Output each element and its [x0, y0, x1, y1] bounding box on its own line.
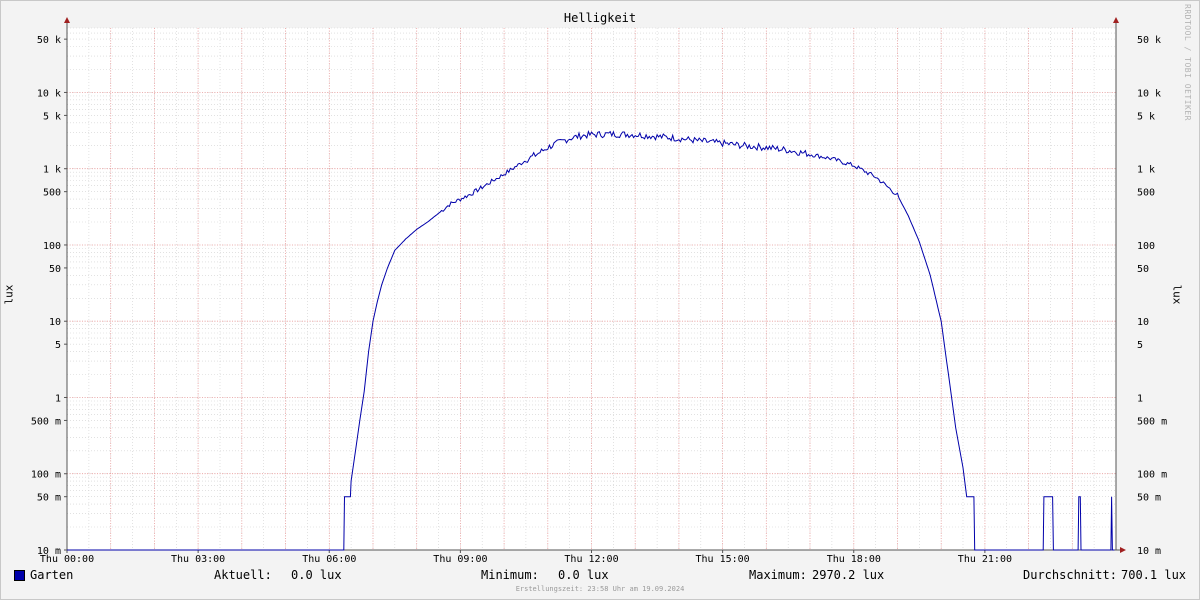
y-axis-label-right: lux [1170, 284, 1184, 305]
legend-series-name: Garten [30, 568, 74, 582]
y-tick-label-left: 10 [49, 317, 61, 328]
y-tick-label-left: 500 [43, 188, 61, 199]
y-tick-label-right: 50 m [1137, 493, 1161, 504]
y-tick-labels-right: 10 m 50 m 100 m 500 m 1 5 10 50 100 500 1 k 5 k 10 k… [1137, 35, 1167, 557]
x-tick-label: Thu 21:00 [958, 554, 1012, 565]
y-tick-label-right: 10 k [1137, 88, 1161, 99]
y-tick-label-right: 100 [1137, 241, 1155, 252]
y-tick-label-left: 50 [49, 264, 61, 275]
y-tick-label-right: 5 k [1137, 111, 1155, 122]
y-tick-label-right: 5 [1137, 340, 1143, 351]
watermark: RRDTOOL / TOBI OETIKER [1183, 4, 1192, 121]
chart-title: Helligkeit [563, 11, 637, 25]
y-tick-label-right: 50 k [1137, 35, 1161, 46]
y-axis-label-left: lux [2, 284, 16, 305]
x-tick-label: Thu 15:00 [696, 554, 750, 565]
y-tick-label-left: 1 [55, 394, 61, 405]
legend-avg-label: Durchschnitt: [1023, 568, 1117, 582]
y-tick-label-left: 1 k [43, 165, 61, 176]
x-tick-label: Thu 06:00 [302, 554, 356, 565]
y-tick-label-left: 10 k [37, 88, 61, 99]
x-tick-label: Thu 03:00 [171, 554, 225, 565]
x-tick-label: Thu 18:00 [827, 554, 881, 565]
legend-min-label: Minimum: [481, 568, 539, 582]
y-tick-label-right: 1 k [1137, 165, 1155, 176]
y-tick-label-left: 100 [43, 241, 61, 252]
y-tick-label-right: 10 [1137, 317, 1149, 328]
y-tick-label-right: 500 m [1137, 416, 1167, 427]
x-tick-labels: Thu 00:00 Thu 03:00 Thu 06:00 Thu 09:00 Thu … [40, 554, 1012, 565]
legend-min-value: 0.0 lux [558, 568, 609, 582]
y-tick-label-left: 50 m [37, 493, 61, 504]
legend-avg-value: 700.1 lux [1121, 568, 1187, 582]
y-tick-label-right: 100 m [1137, 470, 1167, 481]
legend-max-value: 2970.2 lux [812, 568, 885, 582]
chart-svg: 10 m 50 m 100 m 500 m 1 5 10 50 100 500 1 k 5 k 10 k… [31, 17, 1167, 565]
y-tick-label-right: 500 [1137, 188, 1155, 199]
y-tick-label-right: 10 m [1137, 546, 1161, 557]
y-tick-label-right: 1 [1137, 394, 1143, 405]
x-tick-label: Thu 12:00 [564, 554, 618, 565]
y-tick-label-left: 5 k [43, 111, 61, 122]
y-tick-label-left: 100 m [31, 470, 61, 481]
y-tick-label-left: 5 [55, 340, 61, 351]
legend-swatch [14, 570, 25, 581]
x-axis-arrow [1120, 547, 1126, 553]
x-tick-label: Thu 00:00 [40, 554, 94, 565]
legend-max-label: Maximum: [749, 568, 807, 582]
y-tick-labels-left: 10 m50 m100 m500 m1510501005001 k5 k10 k… [31, 35, 61, 557]
legend-current-value: 0.0 lux [291, 568, 342, 582]
y-tick-label-left: 500 m [31, 416, 61, 427]
legend-current-label: Aktuell: [214, 568, 272, 582]
y-tick-label-right: 50 [1137, 264, 1149, 275]
y-tick-label-left: 50 k [37, 35, 61, 46]
x-tick-label: Thu 09:00 [433, 554, 487, 565]
footer-timestamp: Erstellungszeit: 23:58 Uhr am 19.09.2024 [515, 585, 685, 593]
